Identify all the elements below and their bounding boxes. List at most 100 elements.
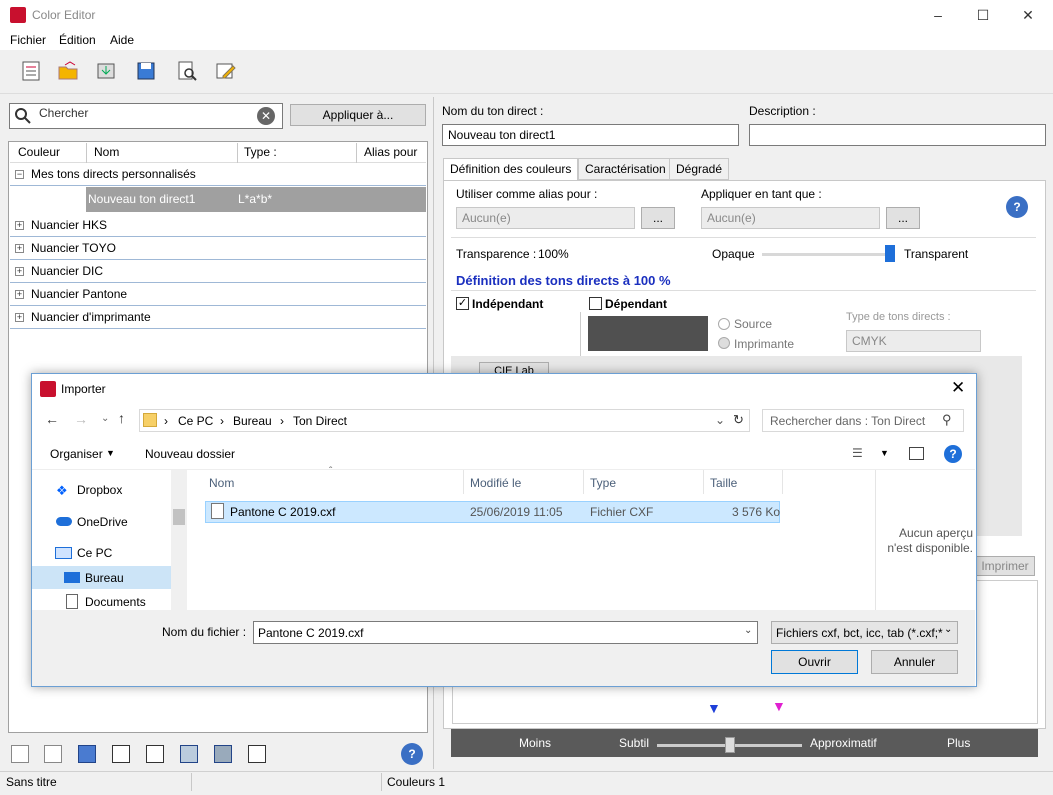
menu-aide[interactable]: Aide <box>110 33 134 47</box>
tab-color-definition[interactable]: Définition des couleurs <box>443 158 579 180</box>
file-type-filter[interactable]: Fichiers cxf, bct, icc, tab (*.cxf;* <box>771 621 958 644</box>
col-nom[interactable]: Nom <box>94 145 119 159</box>
maximize-icon[interactable]: ☐ <box>973 5 993 25</box>
col-modified[interactable]: Modifié le <box>470 476 521 490</box>
group-label: Nuancier Pantone <box>31 287 128 301</box>
transparency-slider-thumb[interactable] <box>885 245 895 262</box>
collapse-icon[interactable]: − <box>15 170 24 179</box>
nav-onedrive[interactable]: OneDrive <box>77 515 128 529</box>
independent-checkbox[interactable]: ✓ <box>456 297 469 310</box>
view-options-icon[interactable]: ☰ <box>852 446 863 460</box>
window-title: Color Editor <box>32 8 96 22</box>
up-icon[interactable]: ↑ <box>118 410 125 426</box>
search-doc-icon[interactable] <box>176 60 198 82</box>
transparency-slider-track[interactable] <box>762 253 890 256</box>
col-size[interactable]: Taille <box>710 476 737 490</box>
tab-gradient[interactable]: Dégradé <box>669 158 730 180</box>
chart-icon[interactable] <box>248 745 266 763</box>
file-modified: 25/06/2019 11:05 <box>470 505 563 519</box>
merge-icon[interactable] <box>180 745 198 763</box>
nav-documents[interactable]: Documents <box>85 595 146 609</box>
new-folder-button[interactable]: Nouveau dossier <box>145 447 235 461</box>
frame-icon[interactable] <box>214 745 232 763</box>
col-type[interactable]: Type : <box>244 145 277 159</box>
item-type: L*a*b* <box>238 192 273 206</box>
cancel-button[interactable]: Annuler <box>871 650 958 674</box>
spot-name-input[interactable]: Nouveau ton direct1 <box>442 124 739 146</box>
apply-to-button[interactable]: Appliquer à... <box>290 104 426 126</box>
apply-as-browse-button[interactable]: ... <box>886 207 920 229</box>
filename-dropdown-icon[interactable]: ⌄ <box>744 625 752 636</box>
import-icon[interactable] <box>95 60 117 82</box>
forward-icon[interactable]: → <box>74 411 88 427</box>
nav-bureau[interactable]: Bureau <box>85 571 124 585</box>
dialog-help-icon[interactable]: ? <box>944 445 962 463</box>
tolerance-approx[interactable]: Approximatif <box>810 736 877 750</box>
edit-icon[interactable] <box>215 60 237 82</box>
color-swatch-preview <box>588 316 708 351</box>
col-couleur[interactable]: Couleur <box>18 145 60 159</box>
nav-scrollbar-thumb[interactable] <box>173 509 185 525</box>
crumb-bureau[interactable]: Bureau <box>233 414 272 428</box>
group-label: Nuancier TOYO <box>31 241 116 255</box>
expand-icon[interactable]: + <box>15 267 24 276</box>
description-label: Description : <box>749 104 816 118</box>
gamut-marker-magenta-icon: ▼ <box>772 698 786 714</box>
view-dropdown-icon[interactable]: ▼ <box>880 448 889 458</box>
help-icon[interactable]: ? <box>401 743 423 765</box>
organize-dropdown-icon[interactable]: ▼ <box>106 448 115 458</box>
remove-swatch-icon[interactable] <box>44 745 62 763</box>
crumb-ton-direct[interactable]: Ton Direct <box>293 414 347 428</box>
crumb-ce-pc[interactable]: Ce PC <box>178 414 213 428</box>
expand-icon[interactable]: + <box>15 244 24 253</box>
tolerance-subtle[interactable]: Subtil <box>619 736 649 750</box>
printer-radio[interactable] <box>718 337 730 349</box>
filter-dropdown-icon[interactable]: ⌄ <box>944 624 952 635</box>
expand-icon[interactable]: + <box>15 221 24 230</box>
recent-dropdown-icon[interactable]: ⌄ <box>101 413 109 424</box>
open-button[interactable]: Ouvrir <box>771 650 858 674</box>
tolerance-more[interactable]: Plus <box>947 736 970 750</box>
preview-pane-icon[interactable] <box>909 447 924 460</box>
list-view-icon[interactable] <box>112 745 130 763</box>
path-dropdown-icon[interactable]: ⌄ <box>715 413 725 427</box>
back-icon[interactable]: ← <box>45 411 59 427</box>
spot-name-label: Nom du ton direct : <box>442 104 544 118</box>
refresh-icon[interactable]: ↻ <box>733 412 744 428</box>
expand-icon[interactable]: + <box>15 290 24 299</box>
col-file-name[interactable]: Nom <box>209 476 234 490</box>
nav-ce-pc[interactable]: Ce PC <box>77 546 112 560</box>
source-radio[interactable] <box>718 318 730 330</box>
duplicate-icon[interactable] <box>78 745 96 763</box>
clear-search-icon[interactable]: ✕ <box>257 107 275 125</box>
alias-browse-button[interactable]: ... <box>641 207 675 229</box>
tolerance-slider-thumb[interactable] <box>725 737 735 753</box>
nav-scrollbar[interactable] <box>171 470 187 610</box>
add-swatch-icon[interactable] <box>11 745 29 763</box>
dependent-checkbox[interactable] <box>589 297 602 310</box>
expand-icon[interactable]: + <box>15 313 24 322</box>
description-input[interactable] <box>749 124 1046 146</box>
minimize-icon[interactable]: – <box>928 5 948 25</box>
dialog-close-icon[interactable]: ✕ <box>951 378 965 398</box>
nav-dropbox[interactable]: Dropbox <box>77 483 122 497</box>
menu-edition[interactable]: Édition <box>59 33 96 47</box>
organize-button[interactable]: Organiser <box>50 447 103 461</box>
col-separator <box>86 143 87 163</box>
folder-open-icon[interactable] <box>57 60 79 82</box>
search-icon: ⚲ <box>942 412 952 427</box>
filename-input[interactable]: Pantone C 2019.cxf <box>253 621 758 644</box>
help-icon[interactable]: ? <box>1006 196 1028 218</box>
save-icon[interactable] <box>135 60 157 82</box>
close-icon[interactable]: ✕ <box>1018 5 1038 25</box>
list-icon[interactable] <box>20 60 42 82</box>
tolerance-less[interactable]: Moins <box>519 736 551 750</box>
check-icon[interactable] <box>146 745 164 763</box>
col-type[interactable]: Type <box>590 476 616 490</box>
col-alias[interactable]: Alias pour <box>364 145 417 159</box>
menu-fichier[interactable]: Fichier <box>10 33 46 47</box>
print-button[interactable]: Imprimer <box>975 556 1035 576</box>
address-bar[interactable] <box>139 409 750 432</box>
tab-characterization[interactable]: Caractérisation <box>578 158 673 180</box>
crumb-sep: › <box>164 414 168 428</box>
